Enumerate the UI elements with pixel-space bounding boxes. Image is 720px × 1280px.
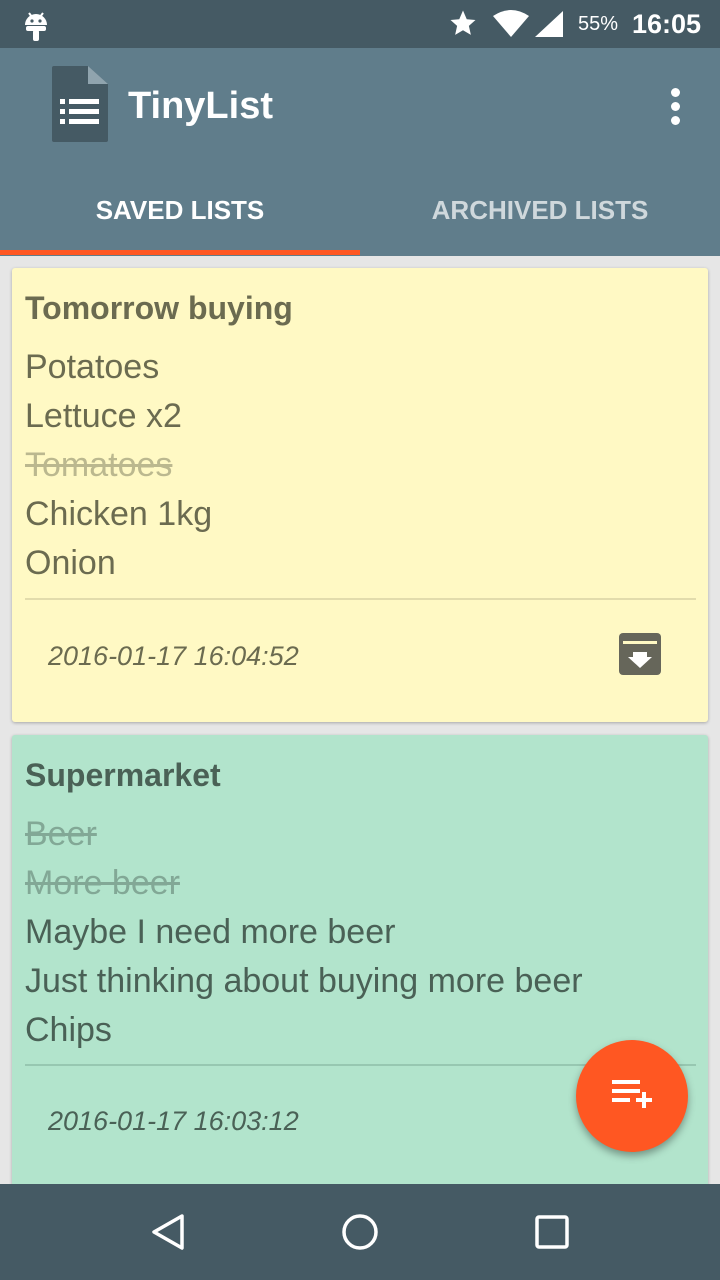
more-vert-icon[interactable]: [660, 82, 692, 130]
wifi-icon: [493, 10, 529, 37]
tab-saved-lists[interactable]: SAVED LISTS: [0, 176, 360, 256]
list-date: 2016-01-17 16:03:12: [48, 1106, 299, 1136]
list-item: Potatoes: [25, 348, 160, 386]
android-icon: [25, 12, 47, 41]
list-item-done: Tomatoes: [25, 446, 173, 484]
divider: [25, 598, 696, 600]
home-icon[interactable]: [340, 1212, 380, 1252]
list-item: Lettuce x2: [25, 397, 182, 435]
add-list-button[interactable]: [576, 1040, 688, 1152]
list-card-tomorrow-buying[interactable]: Tomorrow buying Potatoes Lettuce x2 Toma…: [12, 268, 708, 722]
signal-icon: [535, 11, 563, 37]
list-date: 2016-01-17 16:04:52: [48, 641, 299, 671]
clock: 16:05: [632, 9, 702, 39]
list-item: Just thinking about buying more beer: [25, 962, 583, 1000]
list-title: Tomorrow buying: [25, 290, 293, 326]
list-item: Onion: [25, 544, 116, 582]
playlist-add-icon: [612, 1080, 652, 1108]
list-item: Maybe I need more beer: [25, 913, 396, 951]
app-bar: TinyList SAVED LISTS ARCHIVED LISTS: [0, 48, 720, 256]
app-title: TinyList: [128, 85, 273, 127]
star-icon: [450, 10, 476, 35]
list-item-done: More beer: [25, 864, 180, 902]
navigation-bar: [0, 1184, 720, 1280]
list-item: Chicken 1kg: [25, 495, 213, 533]
list-title: Supermarket: [25, 757, 221, 793]
back-icon[interactable]: [148, 1212, 188, 1252]
tab-indicator: [0, 250, 360, 255]
list-item: Chips: [25, 1011, 112, 1049]
archive-icon[interactable]: [618, 632, 662, 676]
tab-archived-lists[interactable]: ARCHIVED LISTS: [360, 176, 720, 256]
list-document-icon: [52, 66, 108, 142]
status-bar: 55% 16:05: [0, 0, 720, 48]
battery-level: 55%: [578, 13, 619, 35]
recents-icon[interactable]: [532, 1212, 572, 1252]
list-items: Potatoes Lettuce x2 Tomatoes Chicken 1kg…: [25, 343, 212, 588]
list-items: Beer More beer Maybe I need more beer Ju…: [25, 810, 583, 1055]
list-item-done: Beer: [25, 815, 97, 853]
